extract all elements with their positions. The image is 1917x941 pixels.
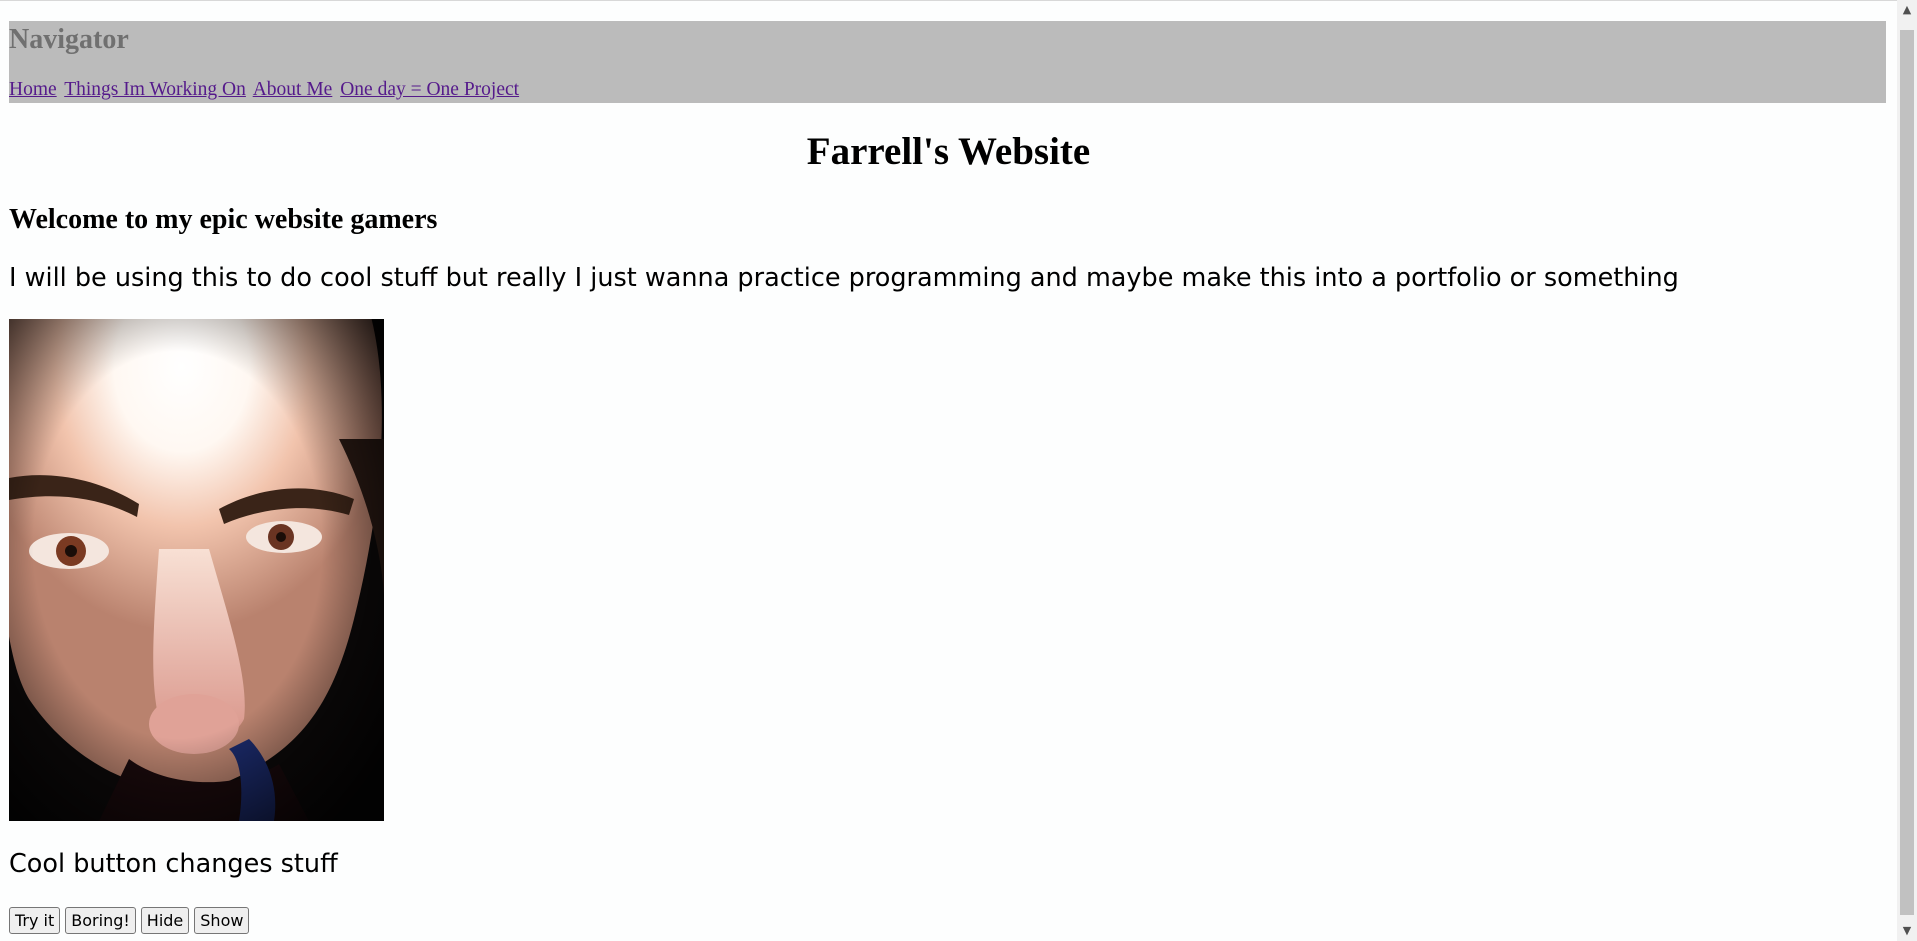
button-row: Try it Boring! Hide Show: [9, 907, 250, 934]
hide-button[interactable]: Hide: [140, 907, 190, 934]
vertical-scrollbar[interactable]: ▲ ▼: [1897, 0, 1917, 941]
boring-button[interactable]: Boring!: [65, 907, 136, 934]
nav-link-home[interactable]: Home: [9, 79, 57, 100]
page-title: Farrell's Website: [806, 130, 1091, 173]
top-border: [0, 0, 1897, 1]
welcome-heading: Welcome to my epic website gamers: [9, 204, 438, 235]
nav-link-one-day-one-project[interactable]: One day = One Project: [340, 79, 519, 100]
scroll-up-icon[interactable]: ▲: [1897, 2, 1917, 18]
cool-button-caption: Cool button changes stuff: [9, 849, 338, 879]
navigator-title: Navigator: [9, 24, 129, 55]
nav-link-about-me[interactable]: About Me: [253, 79, 333, 100]
nav-links: Home Things Im Working On About Me One d…: [9, 79, 522, 101]
nav-link-things-im-working-on[interactable]: Things Im Working On: [64, 79, 246, 100]
scroll-down-icon[interactable]: ▼: [1897, 923, 1917, 939]
try-it-button[interactable]: Try it: [9, 907, 61, 934]
navigator-bar: Navigator Home Things Im Working On Abou…: [9, 21, 1886, 103]
show-button[interactable]: Show: [194, 907, 250, 934]
intro-paragraph: I will be using this to do cool stuff bu…: [9, 263, 1679, 293]
scrollbar-thumb[interactable]: [1900, 30, 1914, 915]
profile-photo: [9, 319, 384, 821]
